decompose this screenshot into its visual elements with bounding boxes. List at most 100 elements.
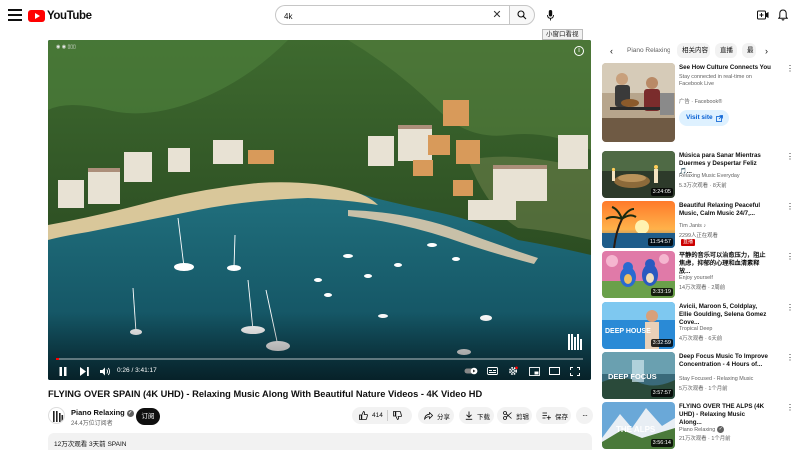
more-vert-icon[interactable]: ⋮ (786, 403, 794, 412)
subtitles-button[interactable] (485, 364, 499, 378)
fullscreen-button[interactable] (568, 364, 582, 378)
video-meta: 5万次观看 · 1个月前 (679, 386, 728, 392)
dislike-button[interactable] (393, 411, 402, 422)
video-duration: 3:33:19 (650, 288, 673, 296)
chip-0[interactable]: Piano Relaxing (622, 43, 670, 58)
thumbs-up-icon (359, 411, 368, 420)
recommended-video[interactable]: THE ALPS 3:56:14 FLYING OVER THE ALPS (4… (602, 402, 800, 449)
menu-icon[interactable] (8, 9, 22, 21)
video-thumbnail[interactable]: 3:24:05 (602, 151, 675, 198)
more-vert-icon[interactable]: ⋮ (786, 353, 794, 362)
current-time: 0:26 (117, 367, 130, 374)
thumb-text-the-alps: THE ALPS (616, 425, 656, 434)
recommended-video[interactable]: DEEP HOUSE 3:32:59 Avicii, Maroon 5, Col… (602, 302, 800, 349)
settings-button[interactable] (506, 364, 520, 378)
download-label: 下载 (477, 413, 490, 421)
video-frame-aerial-coast (48, 40, 591, 380)
clip-button[interactable]: 剪辑 (497, 407, 532, 424)
theater-mode-button[interactable] (547, 364, 561, 378)
chip-1[interactable]: 相关内容 (677, 43, 710, 58)
verified-icon: ✓ (717, 426, 725, 433)
subscriber-count: 24.4万位订阅者 (71, 421, 113, 427)
top-header: YouTube ✕ (0, 0, 800, 32)
chips-prev-icon[interactable]: ‹ (610, 46, 613, 56)
video-thumbnail[interactable]: DEEP HOUSE 3:32:59 (602, 302, 675, 349)
share-label: 分享 (437, 413, 450, 421)
sponsored-card[interactable]: See How Culture Connects You Stay connec… (602, 63, 800, 143)
video-title: FLYING OVER THE ALPS (4K UHD) - Relaxing… (679, 403, 765, 426)
video-title: Deep Focus Music To Improve Concentratio… (679, 353, 768, 368)
chip-2[interactable]: 直播 (715, 43, 737, 58)
voice-search-button[interactable] (544, 8, 556, 22)
video-title: Avicii, Maroon 5, Coldplay, Ellie Gouldi… (679, 303, 767, 326)
notifications-button[interactable] (776, 8, 790, 22)
play-pause-button[interactable] (56, 364, 70, 378)
verified-icon: ✓ (126, 409, 134, 417)
pause-icon (59, 366, 67, 376)
download-icon (465, 411, 473, 420)
search-icon (517, 10, 527, 20)
more-actions-button[interactable]: ··· (576, 407, 593, 424)
search-button[interactable] (509, 5, 535, 25)
volume-button[interactable] (98, 364, 112, 378)
like-dislike-group: 414 (352, 407, 412, 424)
youtube-play-logo-icon (28, 10, 45, 22)
next-button[interactable] (77, 364, 91, 378)
channel-name-text: Piano Relaxing (71, 408, 125, 417)
ad-thumbnail[interactable] (602, 63, 675, 142)
video-thumbnail[interactable]: 3:33:19 (602, 251, 675, 298)
ad-image-musicians (602, 63, 675, 142)
video-duration: 3:57:57 (650, 389, 673, 397)
like-divider (387, 410, 388, 421)
channel-name: Tim Janis ♪ (679, 223, 707, 229)
visit-site-button[interactable]: Visit site (679, 110, 729, 126)
search-input[interactable] (276, 7, 476, 26)
channel-name[interactable]: Piano Relaxing ✓ (71, 408, 134, 417)
youtube-watch-page: YouTube ✕ (0, 0, 800, 450)
miniplayer-button[interactable] (527, 364, 541, 378)
gear-icon (508, 366, 518, 376)
download-button[interactable]: 下载 (459, 407, 494, 424)
share-button[interactable]: 分享 (418, 407, 454, 424)
create-button[interactable] (756, 8, 770, 22)
description-box[interactable]: 12万次观看 3天前 SPAIN (48, 433, 592, 450)
clear-search-icon[interactable]: ✕ (491, 9, 503, 21)
volume-icon (99, 367, 110, 375)
more-horiz-icon: ··· (582, 411, 588, 420)
thumbs-down-icon (393, 411, 402, 420)
more-vert-icon[interactable]: ⋮ (786, 202, 794, 211)
more-vert-icon[interactable]: ⋮ (786, 152, 794, 161)
recommended-video[interactable]: 11:54:57 Beautiful Relaxing Peaceful Mus… (602, 201, 800, 248)
video-thumbnail[interactable]: THE ALPS 3:56:14 (602, 402, 675, 449)
video-duration: 3:32:59 (650, 339, 673, 347)
youtube-logo[interactable]: YouTube (28, 8, 92, 24)
like-button[interactable]: 414 (352, 411, 383, 420)
piano-relaxing-watermark-icon (568, 334, 582, 350)
save-button[interactable]: 保存 (536, 407, 571, 424)
video-player[interactable]: ◉ ◉ ▯▯▯ i 0:26 / 3:41:17 (48, 40, 591, 380)
create-video-icon (757, 10, 769, 20)
live-row: 直播 (679, 239, 696, 246)
miniplayer-tooltip: 小窗口看视 (542, 29, 583, 40)
progress-bar[interactable] (56, 358, 583, 360)
ad-title: See How Culture Connects You (679, 64, 771, 71)
skip-next-icon (79, 366, 89, 376)
recommended-video[interactable]: 3:33:19 平静的音乐可以治愈压力，阻止焦虑，抑郁的心理和血清素释放... … (602, 251, 800, 298)
video-meta: 5.3万次观看 · 8天前 (679, 183, 727, 189)
more-vert-icon[interactable]: ⋮ (786, 252, 794, 261)
video-thumbnail[interactable]: DEEP FOCUS 3:57:57 (602, 352, 675, 399)
recommended-video[interactable]: 3:24:05 Música para Sanar Mientras Duerm… (602, 151, 800, 198)
recommended-video[interactable]: DEEP FOCUS 3:57:57 Deep Focus Music To I… (602, 352, 800, 399)
channel-avatar[interactable] (48, 407, 65, 424)
chip-3[interactable]: 最 (742, 43, 756, 58)
channel-name: Tropical Deep (679, 326, 713, 332)
autoplay-toggle[interactable] (464, 364, 478, 378)
info-icon[interactable]: i (574, 46, 584, 56)
ad-more-icon[interactable]: ⋮ (786, 64, 794, 73)
video-thumbnail[interactable]: 11:54:57 (602, 201, 675, 248)
chips-next-icon[interactable]: › (765, 46, 768, 56)
channel-name: Enjoy yourself (679, 275, 713, 281)
subscribe-button[interactable]: 订阅 (136, 408, 160, 425)
like-count: 414 (372, 412, 383, 419)
more-vert-icon[interactable]: ⋮ (786, 303, 794, 312)
